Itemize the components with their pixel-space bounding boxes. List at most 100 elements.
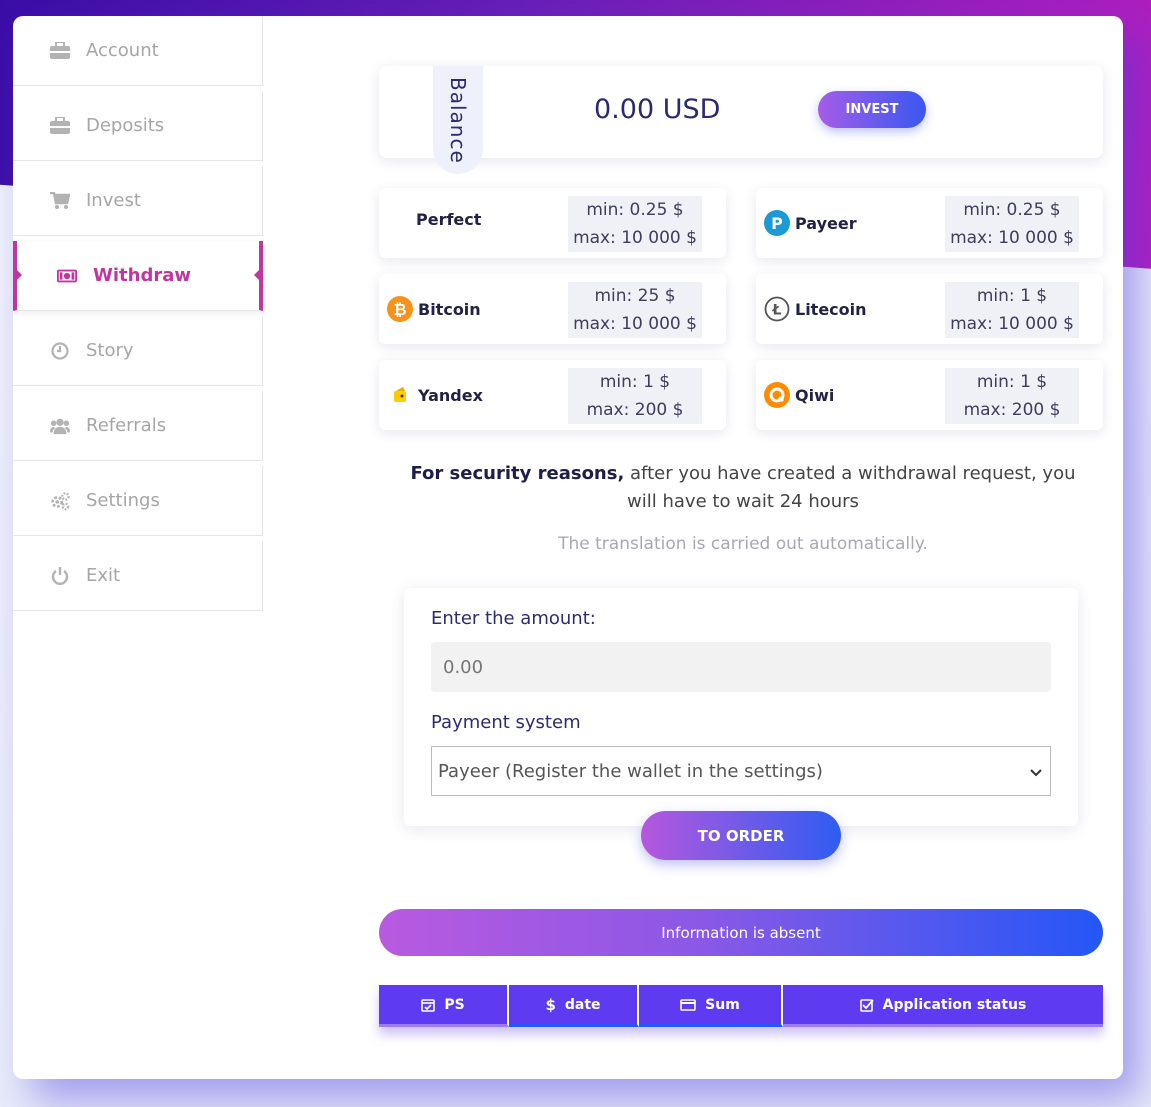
sidebar-item-label: Story xyxy=(86,340,134,361)
ps-max: max: 10 000 $ xyxy=(573,228,697,248)
ps-limits: min: 1 $ max: 10 000 $ xyxy=(945,282,1079,338)
info-bar: Information is absent xyxy=(379,909,1103,956)
auto-translation-note: The translation is carried out automatic… xyxy=(558,534,928,554)
ps-label: Payeer xyxy=(795,213,857,233)
column-header-label: Sum xyxy=(705,996,740,1013)
payment-system-select[interactable]: Payeer (Register the wallet in the setti… xyxy=(431,746,1051,796)
payment-system-label: Payment system xyxy=(431,712,581,733)
ps-max: max: 10 000 $ xyxy=(573,314,697,334)
security-notice-text: after you have created a withdrawal requ… xyxy=(624,463,1076,512)
chevron-down-icon xyxy=(1030,761,1042,782)
sidebar-item-settings[interactable]: Settings xyxy=(13,466,263,536)
litecoin-logo-icon: Ł xyxy=(764,296,790,322)
ps-label: Qiwi xyxy=(795,385,835,405)
sidebar-item-label: Account xyxy=(86,40,159,61)
ps-name: Ł Litecoin xyxy=(764,296,867,322)
ps-min: min: 1 $ xyxy=(599,372,671,392)
svg-text:Ł: Ł xyxy=(772,303,782,319)
payment-system-selected: Payeer (Register the wallet in the setti… xyxy=(438,760,823,782)
column-header-ps: PS xyxy=(379,985,509,1027)
sidebar-item-label: Deposits xyxy=(86,115,165,136)
sidebar-item-label: Referrals xyxy=(86,415,167,436)
ps-name: P Payeer xyxy=(764,210,857,236)
balance-tab: Balance xyxy=(433,66,483,174)
dollar-icon: $ xyxy=(545,995,556,1014)
ps-min: min: 0.25 $ xyxy=(963,200,1061,220)
security-notice: For security reasons, after you have cre… xyxy=(403,460,1083,516)
ps-name: Perfect xyxy=(416,210,481,229)
column-header-date: $ date xyxy=(509,985,639,1027)
ps-card-perfect: Perfect min: 0.25 $ max: 10 000 $ xyxy=(379,188,726,258)
ps-limits: min: 1 $ max: 200 $ xyxy=(945,368,1079,424)
credit-card-icon xyxy=(680,998,696,1011)
sidebar-item-exit[interactable]: Exit xyxy=(13,541,263,611)
sidebar-item-label: Exit xyxy=(86,565,121,586)
ps-min: min: 1 $ xyxy=(976,286,1048,306)
checkbox-icon xyxy=(859,998,874,1012)
balance-amount: 0.00 USD xyxy=(594,94,721,125)
ps-card-qiwi: Qiwi min: 1 $ max: 200 $ xyxy=(756,360,1103,430)
security-notice-bold: For security reasons, xyxy=(410,463,625,484)
sidebar-item-referrals[interactable]: Referrals xyxy=(13,391,263,461)
column-header-label: Application status xyxy=(882,996,1027,1013)
gears-icon xyxy=(50,491,70,511)
sidebar-item-withdraw[interactable]: Withdraw xyxy=(13,241,263,311)
ps-limits: min: 0.25 $ max: 10 000 $ xyxy=(945,196,1079,252)
ps-max: max: 200 $ xyxy=(586,400,684,420)
ps-card-payeer: P Payeer min: 0.25 $ max: 10 000 $ xyxy=(756,188,1103,258)
briefcase-icon xyxy=(50,116,70,136)
sidebar-item-invest[interactable]: Invest xyxy=(13,166,263,236)
invest-button[interactable]: INVEST xyxy=(818,91,926,128)
main-card: Account Deposits Invest Withdraw Story R… xyxy=(13,16,1123,1079)
ps-limits: min: 25 $ max: 10 000 $ xyxy=(568,282,702,338)
balance-panel: Balance 0.00 USD INVEST xyxy=(379,66,1103,174)
cart-icon xyxy=(50,191,70,211)
calendar-check-icon xyxy=(421,998,436,1012)
ps-card-bitcoin: ₿ Bitcoin min: 25 $ max: 10 000 $ xyxy=(379,274,726,344)
ps-name: Yandex xyxy=(387,382,483,408)
ps-min: min: 25 $ xyxy=(594,286,676,306)
ps-max: max: 200 $ xyxy=(963,400,1061,420)
column-header-status: Application status xyxy=(783,985,1103,1027)
clock-icon xyxy=(50,341,70,361)
column-header-sum: Sum xyxy=(639,985,783,1027)
ps-name: Qiwi xyxy=(764,382,834,408)
money-icon xyxy=(57,266,77,286)
withdraw-form: Enter the amount: Payment system Payeer … xyxy=(404,588,1078,826)
users-icon xyxy=(50,416,70,436)
sidebar-item-label: Settings xyxy=(86,490,160,511)
sidebar-item-label: Withdraw xyxy=(93,265,191,286)
ps-limits: min: 0.25 $ max: 10 000 $ xyxy=(568,196,702,252)
svg-text:P: P xyxy=(771,214,783,233)
power-icon xyxy=(50,566,70,586)
sidebar: Account Deposits Invest Withdraw Story R… xyxy=(13,16,263,616)
ps-label: Litecoin xyxy=(795,299,867,319)
ps-max: max: 10 000 $ xyxy=(950,314,1074,334)
balance-tab-label: Balance xyxy=(446,76,470,164)
ps-name: ₿ Bitcoin xyxy=(387,296,481,322)
ps-min: min: 1 $ xyxy=(976,372,1048,392)
ps-limits: min: 1 $ max: 200 $ xyxy=(568,368,702,424)
amount-input[interactable] xyxy=(431,642,1051,692)
sidebar-item-label: Invest xyxy=(86,190,141,211)
ps-min: min: 0.25 $ xyxy=(586,200,684,220)
ps-card-litecoin: Ł Litecoin min: 1 $ max: 10 000 $ xyxy=(756,274,1103,344)
sidebar-item-deposits[interactable]: Deposits xyxy=(13,91,263,161)
amount-label: Enter the amount: xyxy=(431,608,596,629)
ps-label: Perfect xyxy=(416,210,482,229)
sidebar-item-account[interactable]: Account xyxy=(13,16,263,86)
ps-label: Bitcoin xyxy=(418,299,481,319)
ps-card-yandex: Yandex min: 1 $ max: 200 $ xyxy=(379,360,726,430)
qiwi-logo-icon xyxy=(764,382,790,408)
bitcoin-logo-icon: ₿ xyxy=(387,296,413,322)
ps-max: max: 10 000 $ xyxy=(950,228,1074,248)
payeer-logo-icon: P xyxy=(764,210,790,236)
history-table-header: PS $ date Sum Application status xyxy=(379,985,1103,1027)
ps-label: Yandex xyxy=(418,385,483,405)
yandex-wallet-icon xyxy=(387,382,413,408)
to-order-button[interactable]: TO ORDER xyxy=(641,811,841,860)
column-header-label: PS xyxy=(444,996,465,1013)
svg-text:₿: ₿ xyxy=(393,300,406,319)
briefcase-icon xyxy=(50,41,70,61)
sidebar-item-story[interactable]: Story xyxy=(13,316,263,386)
